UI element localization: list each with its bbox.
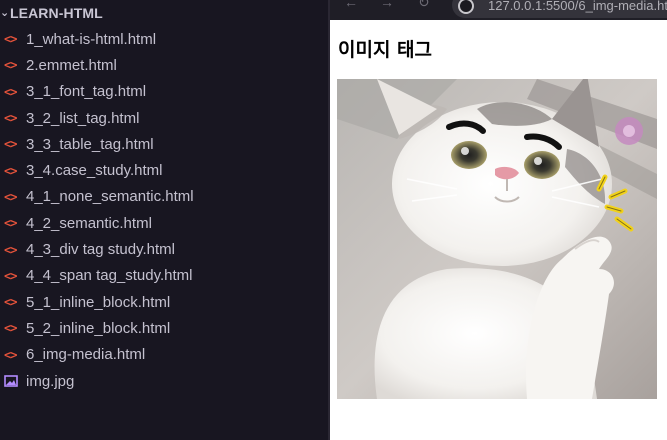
file-name: 3_4.case_study.html — [26, 162, 163, 180]
folder-header[interactable]: ⌄ LEARN-HTML — [0, 3, 103, 23]
html-file-icon: <> — [4, 84, 17, 99]
file-name: 4_2_semantic.html — [26, 214, 152, 232]
file-item[interactable]: img.jpg — [0, 368, 328, 394]
file-name: 2.emmet.html — [26, 56, 117, 74]
browser-preview: ← → ↻ 127.0.0.1:5500/6_img-media.html 이미… — [330, 0, 667, 440]
browser-toolbar: ← → ↻ 127.0.0.1:5500/6_img-media.html — [330, 0, 667, 20]
html-file-icon: <> — [4, 268, 17, 283]
file-name: 6_img-media.html — [26, 346, 146, 364]
html-file-icon: <> — [4, 58, 17, 73]
url-text[interactable]: 127.0.0.1:5500/6_img-media.html — [488, 0, 667, 13]
forward-arrow-icon[interactable]: → — [380, 0, 394, 10]
file-item[interactable]: <> 4_4_span tag_study.html — [0, 263, 328, 289]
file-name: img.jpg — [26, 372, 75, 390]
file-item[interactable]: <> 4_2_semantic.html — [0, 210, 328, 236]
file-item[interactable]: <> 3_3_table_tag.html — [0, 131, 328, 157]
file-item[interactable]: <> 6_img-media.html — [0, 342, 328, 368]
file-name: 4_4_span tag_study.html — [26, 267, 193, 285]
app-window: ⌄ LEARN-HTML <> 1_what-is-html.html <> 2.em… — [0, 0, 667, 440]
reload-icon[interactable]: ↻ — [418, 0, 430, 11]
back-arrow-icon[interactable]: ← — [344, 0, 358, 10]
html-file-icon: <> — [4, 242, 17, 257]
html-file-icon: <> — [4, 216, 17, 231]
file-item[interactable]: <> 3_2_list_tag.html — [0, 105, 328, 131]
file-name: 4_1_none_semantic.html — [26, 188, 194, 206]
file-item[interactable]: <> 4_1_none_semantic.html — [0, 184, 328, 210]
page-heading: 이미지 태그 — [338, 39, 433, 61]
file-item[interactable]: <> 1_what-is-html.html — [0, 26, 328, 52]
html-file-icon: <> — [4, 32, 17, 47]
site-info-icon[interactable] — [458, 0, 474, 14]
image-file-icon — [0, 375, 26, 387]
file-name: 3_3_table_tag.html — [26, 135, 154, 153]
cat-image — [337, 79, 657, 399]
file-item[interactable]: <> 4_3_div tag study.html — [0, 236, 328, 262]
address-bar[interactable]: 127.0.0.1:5500/6_img-media.html — [452, 0, 667, 18]
html-file-icon: <> — [4, 295, 17, 310]
file-item[interactable]: <> 3_1_font_tag.html — [0, 79, 328, 105]
file-name: 3_2_list_tag.html — [26, 109, 140, 127]
file-item[interactable]: <> 3_4.case_study.html — [0, 157, 328, 183]
html-file-icon: <> — [4, 189, 17, 204]
html-file-icon: <> — [4, 111, 17, 126]
file-name: 1_what-is-html.html — [26, 30, 157, 48]
chevron-down-icon: ⌄ — [0, 6, 10, 19]
file-item[interactable]: <> 2.emmet.html — [0, 52, 328, 78]
file-item[interactable]: <> 5_1_inline_block.html — [0, 289, 328, 315]
html-file-icon: <> — [4, 347, 17, 362]
html-file-icon: <> — [4, 321, 17, 336]
file-name: 5_2_inline_block.html — [26, 319, 171, 337]
file-name: 4_3_div tag study.html — [26, 241, 175, 259]
folder-name: LEARN-HTML — [10, 5, 103, 21]
html-file-icon: <> — [4, 163, 17, 178]
file-name: 5_1_inline_block.html — [26, 293, 171, 311]
file-name: 3_1_font_tag.html — [26, 83, 147, 101]
file-list: <> 1_what-is-html.html <> 2.emmet.html <> 3_1… — [0, 26, 328, 394]
file-explorer: ⌄ LEARN-HTML <> 1_what-is-html.html <> 2.em… — [0, 0, 328, 440]
html-file-icon: <> — [4, 137, 17, 152]
file-item[interactable]: <> 5_2_inline_block.html — [0, 315, 328, 341]
